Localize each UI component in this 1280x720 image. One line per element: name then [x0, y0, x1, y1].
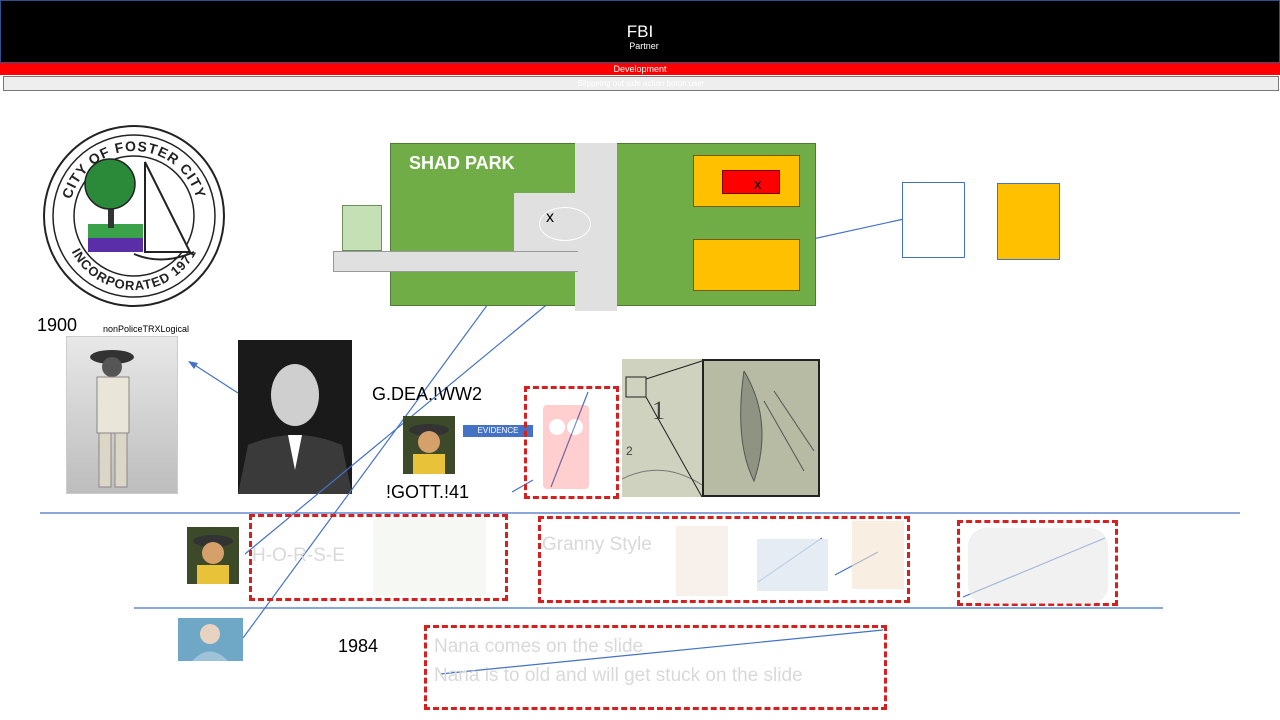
slide-note-line-2: Nana is to old and will get stuck on the… — [434, 665, 803, 686]
park-title: SHAD PARK — [409, 153, 515, 173]
blank-box — [902, 182, 965, 258]
cowboy-photo — [403, 416, 455, 474]
gdea-label: G.DEA.!WW2 — [372, 384, 483, 404]
trees-photo-faded — [373, 518, 486, 596]
snack-photo-faded — [852, 521, 904, 589]
year-1984-label: 1984 — [338, 636, 379, 656]
park-building — [342, 205, 382, 251]
park-center-marker: x — [546, 209, 554, 226]
orange-box — [997, 183, 1060, 260]
nana-photo — [178, 618, 243, 661]
evidence-tag: EVIDENCE — [463, 425, 533, 437]
granny-photo-faded — [676, 526, 728, 596]
slide-note-line-1: Nana comes on the slide — [434, 636, 644, 657]
park-slide-x: x — [754, 176, 762, 193]
park-play-area-bottom — [693, 239, 800, 291]
connector-portrait-to-soldier — [189, 361, 239, 394]
dollar-bill-zoom-image — [702, 359, 820, 497]
zoom-guide-lines — [645, 360, 703, 498]
card-photo-faded — [757, 539, 828, 591]
park-slide-marker — [722, 170, 780, 194]
cowboy-photo-small — [187, 527, 239, 584]
island-map-faded — [968, 528, 1108, 604]
horse-label: H-O-R-S-E — [252, 545, 345, 566]
phone-dashed-frame — [524, 386, 619, 499]
park-walkway-inner — [333, 251, 578, 272]
gott-label: !GOTT.!41 — [386, 482, 470, 502]
granny-style-label: Granny Style — [542, 534, 652, 555]
